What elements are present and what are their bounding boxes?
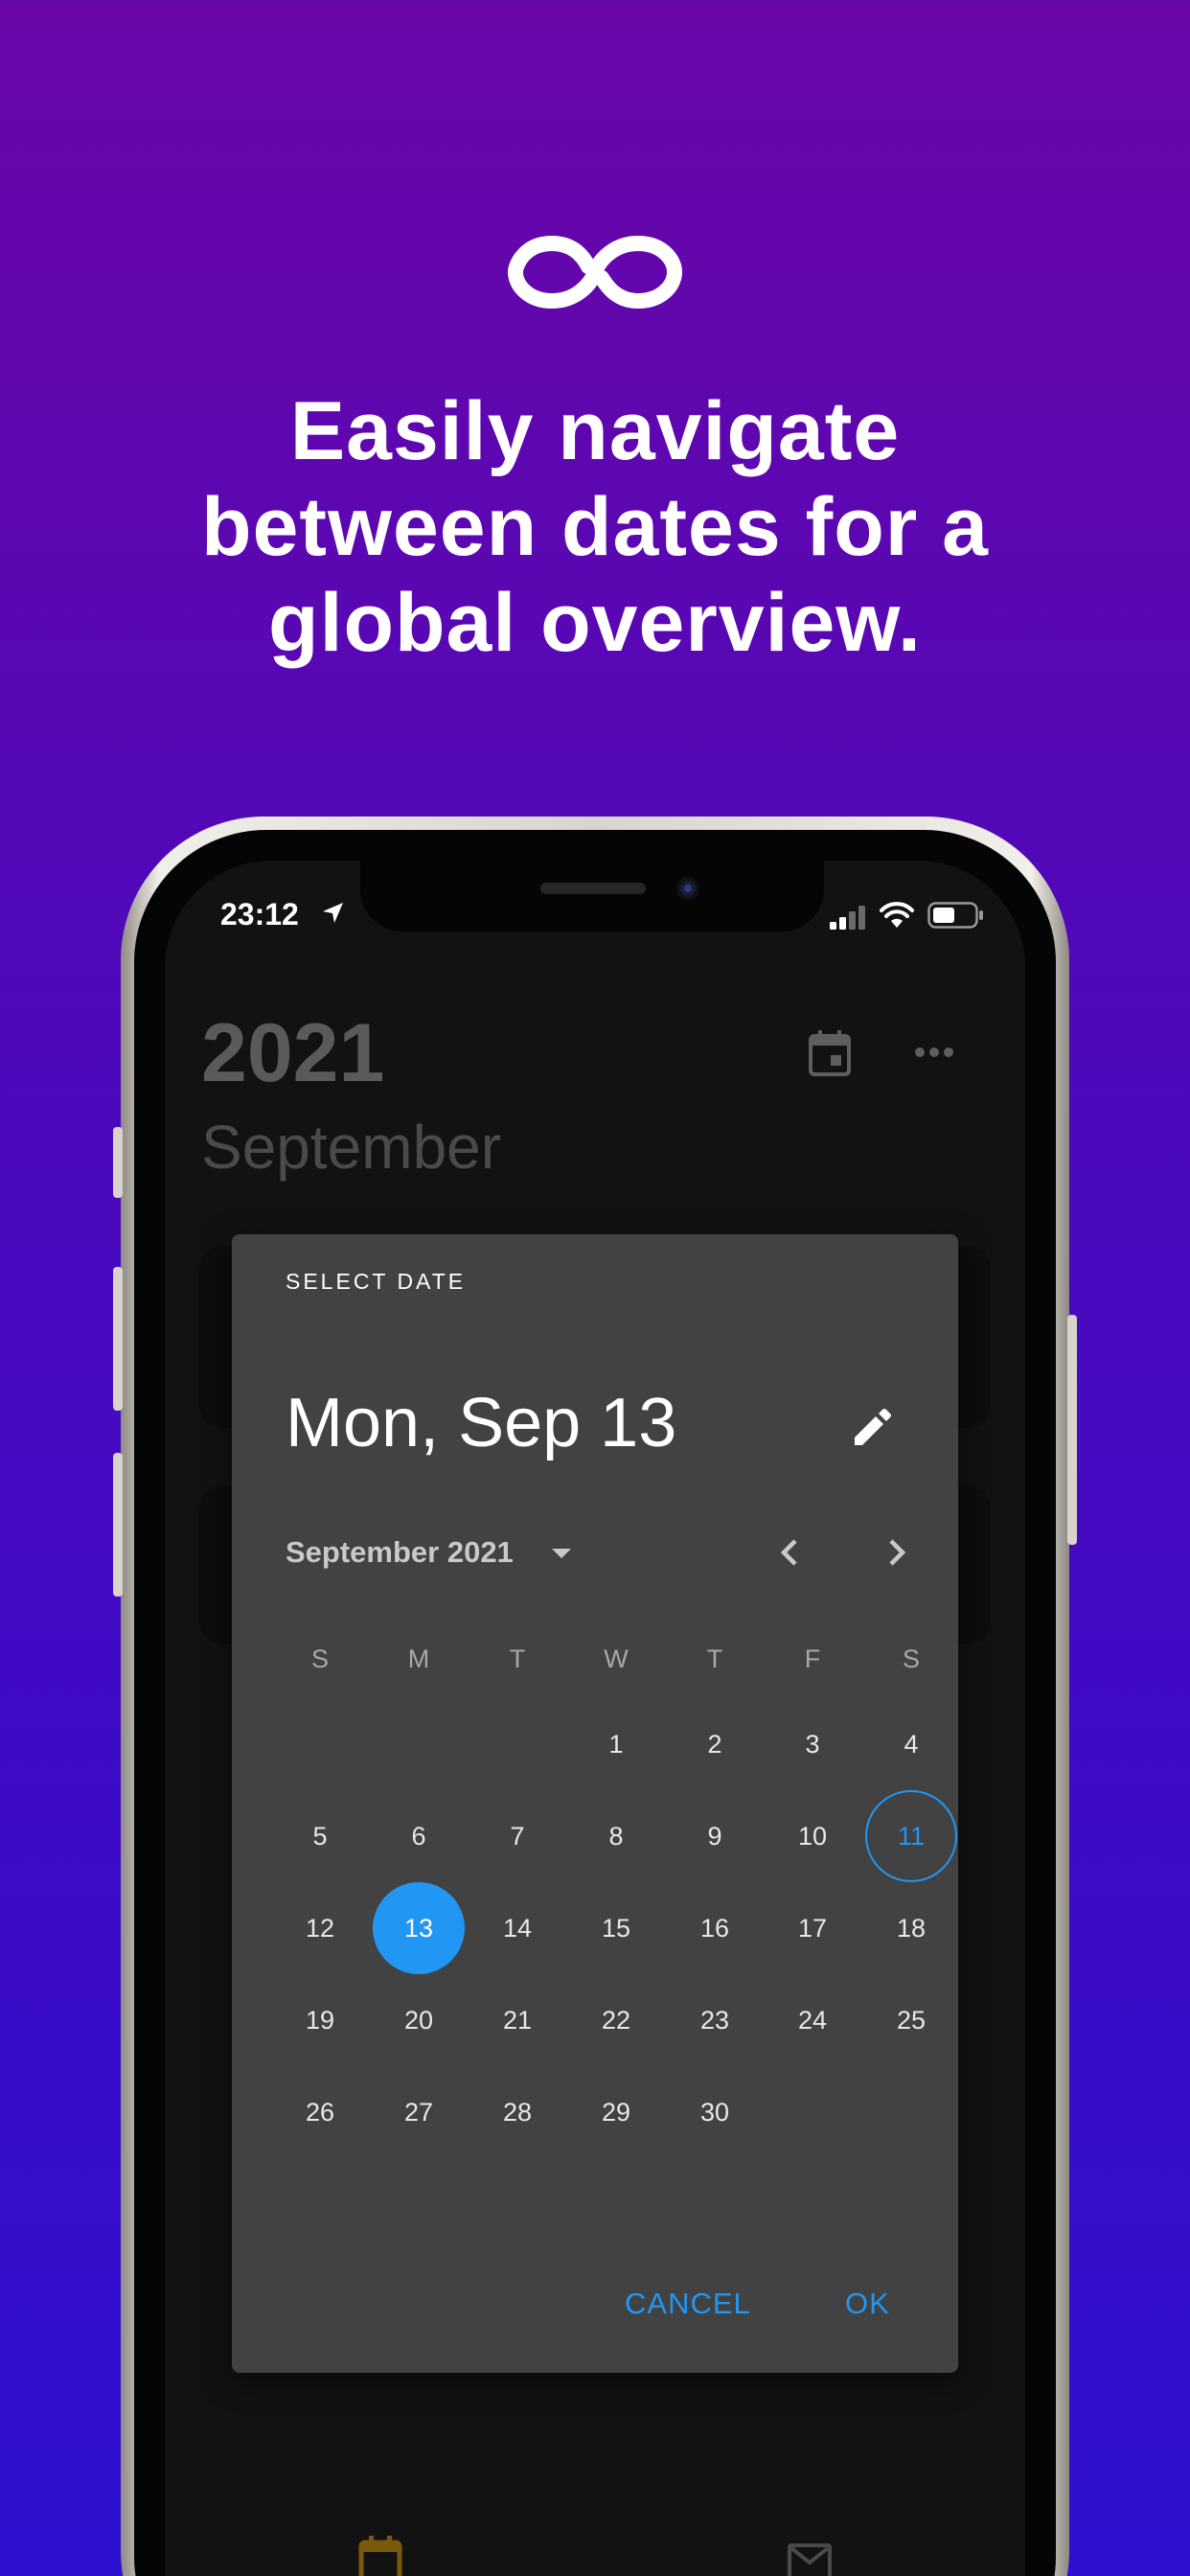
calendar-day[interactable]: 5 <box>274 1790 366 1882</box>
calendar-day[interactable]: 28 <box>471 2066 563 2158</box>
calendar-icon[interactable] <box>808 1029 852 1077</box>
signal-icon <box>830 906 865 930</box>
weekday-label: S <box>902 1644 920 1673</box>
edit-pencil-icon[interactable] <box>851 1407 893 1449</box>
ok-button[interactable]: OK <box>845 2287 890 2321</box>
app-month: September <box>201 1113 502 1182</box>
weekday-label: T <box>509 1644 526 1673</box>
calendar-day[interactable]: 30 <box>669 2066 761 2158</box>
calendar-day[interactable]: 15 <box>570 1882 662 1974</box>
notch <box>360 861 824 932</box>
calendar-day[interactable]: 20 <box>373 1974 465 2066</box>
calendar-day[interactable]: 27 <box>373 2066 465 2158</box>
promo-headline: Easily navigate between dates for a glob… <box>0 383 1190 671</box>
calendar-day[interactable]: 16 <box>669 1882 761 1974</box>
calendar-day[interactable]: 8 <box>570 1790 662 1882</box>
more-icon[interactable] <box>914 1043 954 1062</box>
calendar-day[interactable]: 10 <box>767 1790 858 1882</box>
speaker <box>540 883 646 894</box>
dialog-title: SELECT DATE <box>286 1269 467 1294</box>
calendar-day[interactable]: 23 <box>669 1974 761 2066</box>
selected-date-text: Mon, Sep 13 <box>286 1385 677 1461</box>
calendar-day[interactable]: 9 <box>669 1790 761 1882</box>
previous-month-chevron-icon[interactable] <box>774 1533 807 1572</box>
calendar-day[interactable]: 19 <box>274 1974 366 2066</box>
today-day[interactable]: 11 <box>865 1790 957 1882</box>
headline-line: Easily navigate <box>289 385 901 477</box>
volume-down-button <box>113 1453 123 1597</box>
weekday-label: F <box>804 1644 821 1673</box>
weekday-label: S <box>310 1644 329 1673</box>
calendar-day[interactable]: 6 <box>373 1790 465 1882</box>
calendar-day[interactable]: 14 <box>471 1882 563 1974</box>
calendar-day[interactable]: 12 <box>274 1882 366 1974</box>
calendar-tab-icon[interactable] <box>358 2536 402 2576</box>
weekday-label: T <box>706 1644 723 1673</box>
infinity-icon <box>507 235 683 310</box>
calendar-day[interactable]: 4 <box>865 1698 957 1790</box>
selected-day[interactable]: 13 <box>373 1882 465 1974</box>
date-picker-dialog: SELECT DATE Mon, Sep 13 September 2021 S… <box>232 1234 958 2373</box>
calendar-day[interactable]: 25 <box>865 1974 957 2066</box>
month-year-selector[interactable]: September 2021 <box>286 1535 514 1570</box>
calendar-day[interactable]: 29 <box>570 2066 662 2158</box>
front-camera <box>676 877 699 900</box>
headline-line: between dates for a <box>201 481 989 573</box>
volume-up-button <box>113 1267 123 1411</box>
calendar-day[interactable]: 24 <box>767 1974 858 2066</box>
calendar-day[interactable]: 3 <box>767 1698 858 1790</box>
silent-switch <box>113 1127 123 1198</box>
weekday-label: M <box>407 1644 430 1673</box>
calendar-day[interactable]: 1 <box>570 1698 662 1790</box>
mail-tab-icon[interactable] <box>788 2540 832 2576</box>
calendar-day[interactable]: 22 <box>570 1974 662 2066</box>
headline-line: global overview. <box>268 577 922 669</box>
cancel-button[interactable]: CANCEL <box>625 2287 751 2321</box>
wifi-icon <box>880 902 914 928</box>
calendar-day[interactable]: 26 <box>274 2066 366 2158</box>
next-month-chevron-icon[interactable] <box>880 1533 912 1572</box>
calendar-day[interactable]: 7 <box>471 1790 563 1882</box>
calendar-day[interactable]: 2 <box>669 1698 761 1790</box>
location-arrow-icon <box>323 903 343 923</box>
calendar-day[interactable]: 17 <box>767 1882 858 1974</box>
app-year: 2021 <box>201 1007 385 1099</box>
calendar-day[interactable]: 18 <box>865 1882 957 1974</box>
weekday-label: W <box>604 1644 629 1673</box>
power-button <box>1067 1315 1077 1545</box>
dropdown-arrow-icon[interactable] <box>550 1547 573 1560</box>
calendar-day[interactable]: 21 <box>471 1974 563 2066</box>
status-time: 23:12 <box>220 897 299 932</box>
battery-icon <box>927 902 983 929</box>
